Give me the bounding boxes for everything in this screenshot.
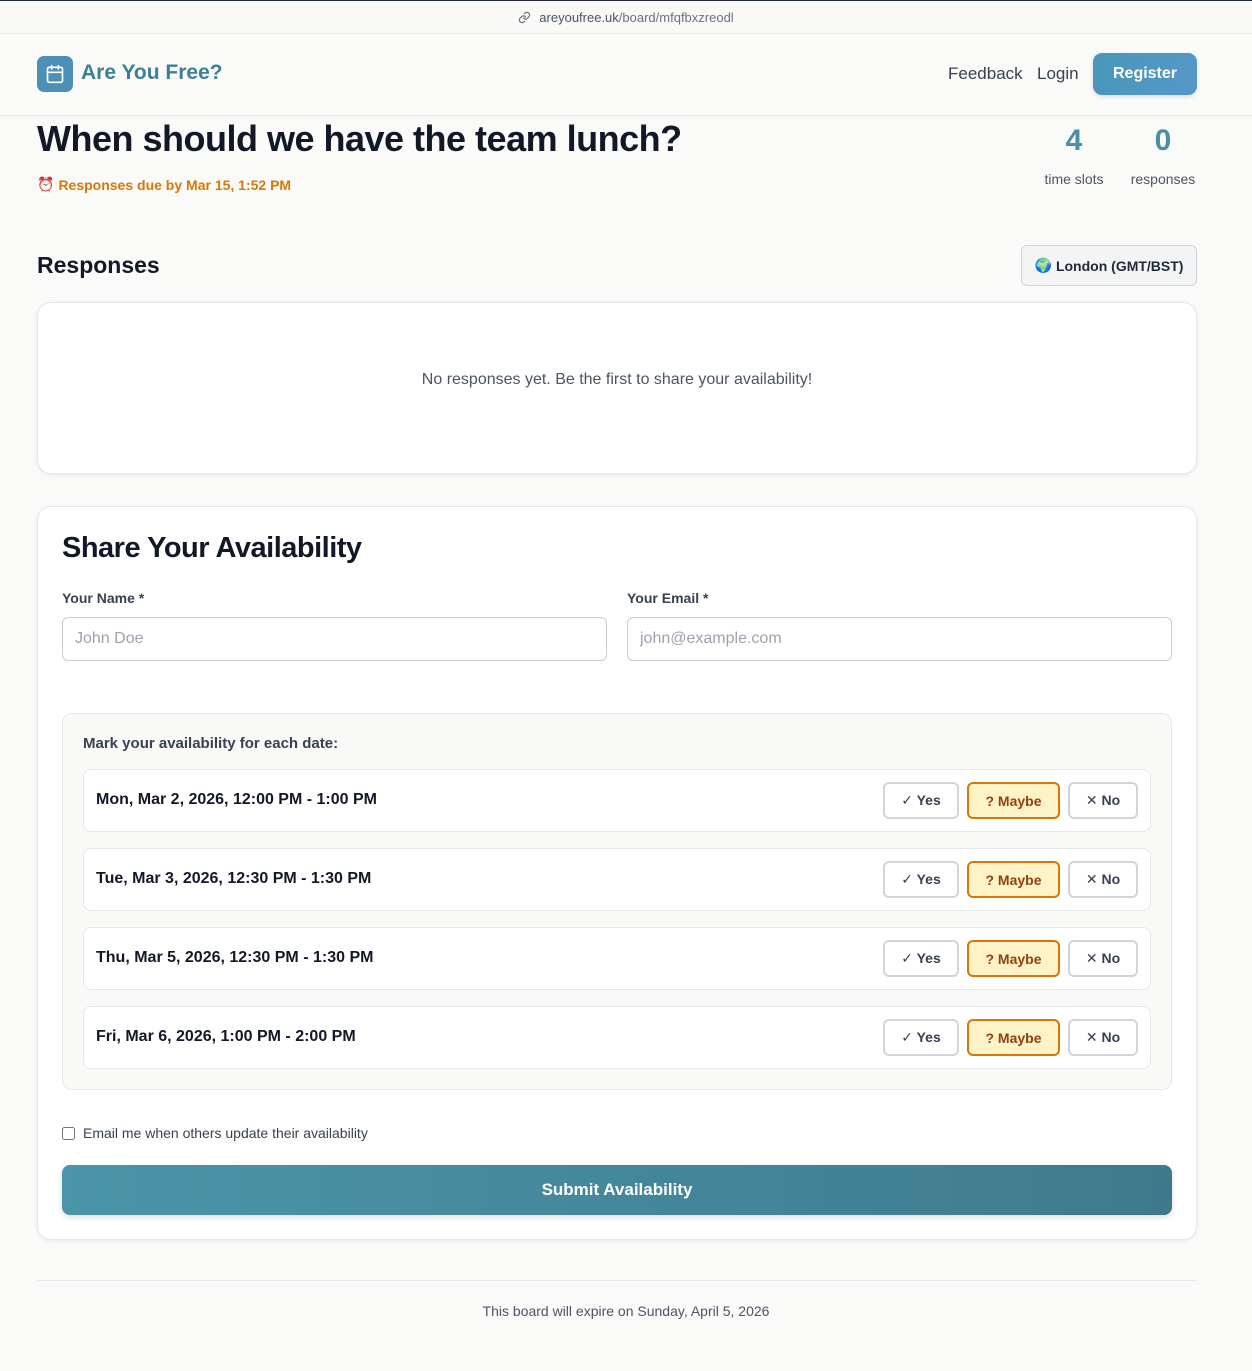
url-domain: areyoufree.uk	[539, 9, 619, 25]
time-slot-row: Fri, Mar 6, 2026, 1:00 PM - 2:00 PM ✓ Ye…	[83, 1006, 1151, 1069]
yes-option-button[interactable]: ✓ Yes	[883, 940, 959, 977]
brand-name[interactable]: Are You Free?	[81, 61, 223, 85]
time-slot-row: Thu, Mar 5, 2026, 12:30 PM - 1:30 PM ✓ Y…	[83, 927, 1151, 990]
empty-responses-message: No responses yet. Be the first to share …	[421, 371, 813, 388]
name-input[interactable]	[62, 617, 607, 661]
time-slot-row: Tue, Mar 3, 2026, 12:30 PM - 1:30 PM ✓ Y…	[83, 848, 1151, 911]
calendar-icon[interactable]	[37, 56, 73, 92]
stat-time-slots-label: time slots	[1044, 171, 1104, 187]
submit-availability-button[interactable]: Submit Availability	[62, 1165, 1172, 1215]
due-date-text: Responses due by Mar 15, 1:52 PM	[58, 176, 292, 193]
stat-responses-value: 0	[1154, 124, 1172, 157]
maybe-option-button[interactable]: ? Maybe	[967, 1019, 1060, 1056]
responses-heading: Responses	[37, 252, 160, 278]
availability-heading: Mark your availability for each date:	[83, 735, 339, 752]
maybe-option-button[interactable]: ? Maybe	[967, 861, 1060, 898]
board-title: When should we have the team lunch?	[37, 118, 682, 159]
timezone-selector[interactable]: 🌍 London (GMT/BST)	[1021, 245, 1197, 286]
yes-option-button[interactable]: ✓ Yes	[883, 861, 959, 898]
name-label: Your Name *	[62, 590, 145, 606]
maybe-option-button[interactable]: ? Maybe	[967, 940, 1060, 977]
stat-time-slots-value: 4	[1065, 124, 1083, 157]
stat-time-slots: 4 time slots	[1040, 122, 1108, 187]
alarm-clock-icon: ⏰	[37, 176, 55, 192]
no-option-button[interactable]: ✕ No	[1068, 1019, 1138, 1056]
time-slot-label: Mon, Mar 2, 2026, 12:00 PM - 1:00 PM	[96, 791, 377, 808]
footer-divider	[37, 1280, 1197, 1281]
timezone-label: London (GMT/BST)	[1055, 257, 1184, 274]
site-header: Are You Free? Feedback Login Register	[0, 34, 1252, 116]
email-notify-checkbox[interactable]	[62, 1126, 75, 1140]
register-button[interactable]: Register	[1093, 53, 1197, 95]
time-slot-label: Thu, Mar 5, 2026, 12:30 PM - 1:30 PM	[96, 949, 374, 966]
browser-url-bar[interactable]: areyoufree.uk/board/mfqfbxzreodl	[0, 0, 1252, 34]
form-heading: Share Your Availability	[62, 532, 362, 564]
yes-option-button[interactable]: ✓ Yes	[883, 1019, 959, 1056]
due-date: ⏰ Responses due by Mar 15, 1:52 PM	[37, 176, 291, 193]
feedback-link[interactable]: Feedback	[948, 64, 1023, 84]
email-input[interactable]	[627, 617, 1172, 661]
availability-grid: Mark your availability for each date: Mo…	[62, 713, 1172, 1090]
url-path: /board/mfqfbxzreodl	[618, 9, 734, 25]
time-slot-row: Mon, Mar 2, 2026, 12:00 PM - 1:00 PM ✓ Y…	[83, 769, 1151, 832]
no-option-button[interactable]: ✕ No	[1068, 940, 1138, 977]
time-slot-label: Tue, Mar 3, 2026, 12:30 PM - 1:30 PM	[96, 870, 372, 887]
expiry-notice: This board will expire on Sunday, April …	[482, 1303, 770, 1319]
maybe-option-button[interactable]: ? Maybe	[967, 782, 1060, 819]
login-link[interactable]: Login	[1037, 64, 1079, 84]
responses-card: No responses yet. Be the first to share …	[37, 302, 1197, 474]
no-option-button[interactable]: ✕ No	[1068, 861, 1138, 898]
email-label: Your Email *	[627, 590, 709, 606]
time-slot-label: Fri, Mar 6, 2026, 1:00 PM - 2:00 PM	[96, 1028, 356, 1045]
yes-option-button[interactable]: ✓ Yes	[883, 782, 959, 819]
no-option-button[interactable]: ✕ No	[1068, 782, 1138, 819]
stat-responses: 0 responses	[1126, 122, 1200, 187]
globe-icon: 🌍	[1034, 257, 1052, 273]
email-notify-label: Email me when others update their availa…	[83, 1125, 368, 1141]
availability-form-card: Share Your Availability Your Name * Your…	[37, 506, 1197, 1240]
stat-responses-label: responses	[1130, 171, 1196, 187]
email-notify-option[interactable]: Email me when others update their availa…	[62, 1125, 368, 1141]
link-icon	[518, 11, 531, 24]
